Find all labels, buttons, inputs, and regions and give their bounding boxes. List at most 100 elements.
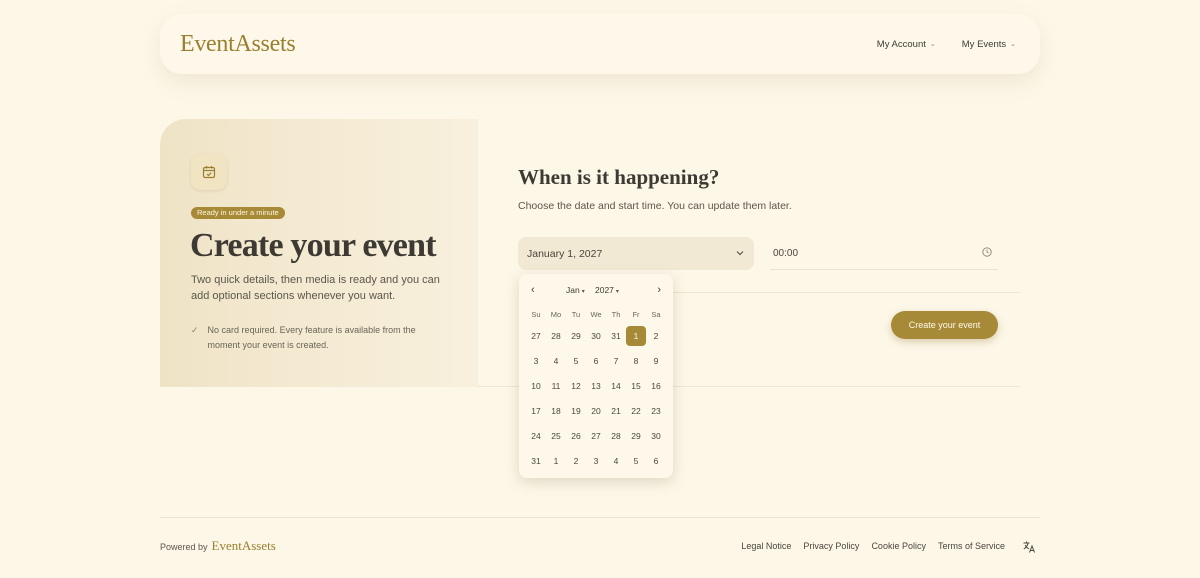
- chevron-down-icon: ⌄: [1010, 41, 1016, 48]
- weekday-label: Sa: [651, 310, 661, 319]
- calendar-day[interactable]: 29: [566, 326, 586, 346]
- calendar-day[interactable]: 9: [646, 351, 666, 371]
- calendar-day[interactable]: 15: [626, 376, 646, 396]
- calendar-check-icon: [191, 154, 227, 190]
- calendar-day[interactable]: 7: [606, 351, 626, 371]
- chevron-down-icon: ▾: [615, 289, 619, 295]
- calendar-day[interactable]: 3: [526, 351, 546, 371]
- calendar-day-selected[interactable]: 1: [626, 326, 646, 346]
- feature-note-text: No card required. Every feature is avail…: [207, 325, 416, 350]
- calendar-day[interactable]: 18: [546, 401, 566, 421]
- calendar-day[interactable]: 30: [586, 326, 606, 346]
- weekday-row: Su Mo Tu We Th Fr Sa: [526, 309, 666, 321]
- month-value: Jan: [566, 285, 580, 295]
- calendar-day[interactable]: 19: [566, 401, 586, 421]
- calendar-week: 17 18 19 20 21 22 23: [526, 401, 666, 426]
- weekday-label: We: [590, 310, 602, 319]
- month-select[interactable]: Jan ▾: [566, 283, 585, 299]
- datepicker-header: ‹ Jan ▾ 2027 ▾ ›: [519, 283, 673, 297]
- logo[interactable]: EventAssets: [180, 31, 296, 58]
- form-subtitle: Choose the date and start time. You can …: [518, 200, 792, 212]
- calendar-day[interactable]: 8: [626, 351, 646, 371]
- footer-links: Legal Notice Privacy Policy Cookie Polic…: [741, 541, 1005, 551]
- calendar-day[interactable]: 31: [606, 326, 626, 346]
- weekday-label: Su: [531, 310, 541, 319]
- footer-logo[interactable]: EventAssets: [212, 538, 276, 554]
- nav-my-events-label: My Events: [961, 38, 1007, 50]
- year-value: 2027: [595, 285, 614, 295]
- terms-of-service-link[interactable]: Terms of Service: [938, 541, 1005, 551]
- chevron-right-icon[interactable]: ›: [657, 283, 661, 297]
- form-title: When is it happening?: [518, 165, 720, 189]
- page-title: Create your event: [190, 227, 437, 264]
- calendar-day[interactable]: 6: [646, 451, 666, 471]
- powered-by-text: Powered by: [160, 542, 208, 552]
- time-input[interactable]: 00:00: [770, 237, 998, 270]
- check-icon: ✓: [191, 325, 199, 335]
- legal-notice-link[interactable]: Legal Notice: [741, 541, 791, 551]
- calendar-day[interactable]: 13: [586, 376, 606, 396]
- calendar-week: 3456789: [526, 351, 666, 376]
- chevron-down-icon: ▾: [581, 289, 585, 295]
- calendar-day[interactable]: 25: [546, 426, 566, 446]
- calendar-day[interactable]: 23: [646, 401, 666, 421]
- calendar-day[interactable]: 28: [606, 426, 626, 446]
- calendar-day[interactable]: 5: [566, 351, 586, 371]
- calendar-day[interactable]: 21: [606, 401, 626, 421]
- date-value: January 1, 2027: [527, 247, 603, 260]
- calendar-grid: Su Mo Tu We Th Fr Sa 27 28 29 30 31 1 2 3 4 5 6 7 8 9 10 11 12…: [526, 309, 666, 476]
- calendar-day[interactable]: 31: [526, 451, 546, 471]
- calendar-week: 31 1 2 3 4 5 6: [526, 451, 666, 476]
- calendar-day[interactable]: 5: [626, 451, 646, 471]
- year-select[interactable]: 2027 ▾: [595, 283, 619, 299]
- chevron-left-icon[interactable]: ‹: [531, 283, 535, 297]
- calendar-day[interactable]: 4: [606, 451, 626, 471]
- clock-icon[interactable]: [982, 244, 992, 262]
- calendar-day[interactable]: 2: [566, 451, 586, 471]
- weekday-label: Fr: [632, 310, 640, 319]
- calendar-week: 27 28 29 30 31 1 2: [526, 326, 666, 351]
- calendar-day[interactable]: 17: [526, 401, 546, 421]
- calendar-day[interactable]: 14: [606, 376, 626, 396]
- create-event-button[interactable]: Create your event: [891, 311, 998, 339]
- privacy-policy-link[interactable]: Privacy Policy: [803, 541, 859, 551]
- date-select[interactable]: January 1, 2027: [518, 237, 754, 270]
- calendar-day[interactable]: 11: [546, 376, 566, 396]
- calendar-day[interactable]: 20: [586, 401, 606, 421]
- calendar-day[interactable]: 2: [646, 326, 666, 346]
- calendar-week: 10 11 12 13 14 15 16: [526, 376, 666, 401]
- calendar-day[interactable]: 26: [566, 426, 586, 446]
- translate-icon[interactable]: [1022, 540, 1036, 554]
- calendar-day[interactable]: 1: [546, 451, 566, 471]
- calendar-day[interactable]: 29: [626, 426, 646, 446]
- feature-note: ✓ No card required. Every feature is ava…: [191, 323, 431, 352]
- calendar-day[interactable]: 3: [586, 451, 606, 471]
- calendar-day[interactable]: 4: [546, 351, 566, 371]
- calendar-day[interactable]: 27: [526, 326, 546, 346]
- weekday-label: Tu: [571, 310, 581, 319]
- calendar-day[interactable]: 6: [586, 351, 606, 371]
- calendar-week: 24 25 26 27 28 29 30: [526, 426, 666, 451]
- chevron-down-icon: [736, 249, 744, 258]
- calendar-day[interactable]: 28: [546, 326, 566, 346]
- calendar-day[interactable]: 10: [526, 376, 546, 396]
- footer-divider: [160, 517, 1040, 518]
- powered-by: Powered by EventAssets: [160, 538, 276, 554]
- site-header: EventAssets My Account ⌄ My Events ⌄: [160, 14, 1040, 74]
- calendar-day[interactable]: 12: [566, 376, 586, 396]
- intro-panel: Ready in under a minute Create your even…: [160, 119, 478, 387]
- calendar-day[interactable]: 16: [646, 376, 666, 396]
- main-nav: My Account ⌄ My Events ⌄: [877, 39, 1016, 50]
- days-container: 27 28 29 30 31 1 2 3 4 5 6 7 8 9 10 11 12 13 14 15 16 17 18 19 2…: [526, 326, 666, 476]
- calendar-day[interactable]: 27: [586, 426, 606, 446]
- time-value: 00:00: [773, 247, 799, 259]
- nav-my-account-label: My Account: [876, 38, 926, 50]
- nav-my-events[interactable]: My Events ⌄: [962, 39, 1016, 50]
- calendar-day[interactable]: 22: [626, 401, 646, 421]
- calendar-day[interactable]: 24: [526, 426, 546, 446]
- calendar-day[interactable]: 30: [646, 426, 666, 446]
- cookie-policy-link[interactable]: Cookie Policy: [871, 541, 926, 551]
- weekday-label: Mo: [550, 310, 562, 319]
- weekday-label: Th: [611, 310, 621, 319]
- nav-my-account[interactable]: My Account ⌄: [877, 39, 936, 50]
